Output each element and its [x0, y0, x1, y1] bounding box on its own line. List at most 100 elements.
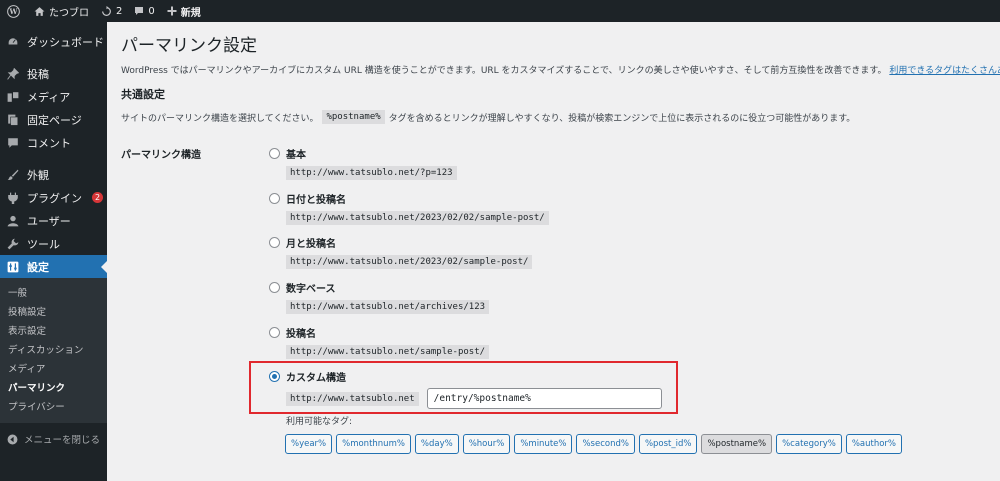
option-label: 投稿名 — [286, 328, 316, 340]
submenu-item-reading[interactable]: 表示設定 — [0, 322, 107, 341]
home-icon — [34, 6, 45, 16]
radio-day-name[interactable] — [269, 192, 280, 204]
admin-sidebar: ダッシュボード 投稿 メディア 固定ページ コメント 外観 プラグイン 2 ユー… — [0, 22, 107, 481]
wordpress-logo-icon[interactable]: W — [0, 0, 28, 22]
plus-icon — [167, 6, 177, 16]
submenu-item-privacy[interactable]: プライバシー — [0, 398, 107, 417]
custom-structure-input[interactable] — [426, 388, 662, 409]
sidebar-item-posts[interactable]: 投稿 — [0, 62, 107, 85]
sidebar-item-label: ツール — [27, 237, 60, 251]
updates-link[interactable]: 2 — [95, 0, 128, 22]
option-custom: カスタム構造 — [269, 369, 346, 384]
admin-bar: W たつブロ 2 0 新規 — [0, 0, 1000, 22]
new-content-link[interactable]: 新規 — [161, 0, 207, 22]
tag-author-button[interactable]: %author% — [845, 434, 902, 454]
user-icon — [7, 215, 19, 227]
sidebar-item-label: 外観 — [27, 168, 49, 182]
option-example: http://www.tatsublo.net/sample-post/ — [286, 345, 490, 359]
tag-post-id-button[interactable]: %post_id% — [638, 434, 698, 454]
plugin-update-badge: 2 — [92, 192, 103, 203]
option-post-name: 投稿名 http://www.tatsublo.net/sample-post/ — [269, 325, 490, 359]
radio-numeric[interactable] — [269, 281, 280, 293]
radio-post-name[interactable] — [269, 326, 280, 338]
sidebar-item-media[interactable]: メディア — [0, 85, 107, 108]
tag-postname-button[interactable]: %postname% — [701, 434, 773, 454]
wrench-icon — [7, 238, 19, 250]
sidebar-item-comments[interactable]: コメント — [0, 131, 107, 154]
sidebar-item-label: 投稿 — [27, 67, 49, 81]
section-desc-after: タグを含めるとリンクが理解しやすくなり、投稿が検索エンジンで上位に表示されるのに… — [388, 113, 856, 124]
submenu-item-general[interactable]: 一般 — [0, 284, 107, 303]
sidebar-item-users[interactable]: ユーザー — [0, 209, 107, 232]
page-title: パーマリンク設定 — [121, 36, 257, 56]
refresh-icon — [102, 5, 111, 16]
option-numeric: 数字ベース http://www.tatsublo.net/archives/1… — [269, 280, 490, 314]
sidebar-item-pages[interactable]: 固定ページ — [0, 108, 107, 131]
settings-icon — [7, 261, 19, 273]
option-label: 月と投稿名 — [286, 238, 336, 250]
comment-icon — [7, 137, 19, 149]
option-label: カスタム構造 — [286, 372, 346, 384]
sidebar-item-plugins[interactable]: プラグイン 2 — [0, 186, 107, 209]
sidebar-item-label: ダッシュボード — [27, 35, 104, 49]
plugin-icon — [7, 192, 19, 204]
comment-bubble-icon — [135, 7, 144, 15]
collapse-menu-button[interactable]: メニューを閉じる — [0, 427, 107, 451]
comments-count: 0 — [148, 5, 155, 17]
submenu-item-discussion[interactable]: ディスカッション — [0, 341, 107, 360]
intro-text: WordPress ではパーマリンクやアーカイブにカスタム URL 構造を使うこ… — [121, 63, 1000, 76]
tag-year-button[interactable]: %year% — [285, 434, 333, 454]
radio-month-name[interactable] — [269, 236, 280, 248]
settings-submenu: 一般 投稿設定 表示設定 ディスカッション メディア パーマリンク プライバシー — [0, 278, 107, 423]
sidebar-item-appearance[interactable]: 外観 — [0, 163, 107, 186]
submenu-item-media[interactable]: メディア — [0, 360, 107, 379]
custom-base-url: http://www.tatsublo.net — [286, 391, 419, 406]
submenu-item-permalinks[interactable]: パーマリンク — [0, 379, 107, 398]
tag-day-button[interactable]: %day% — [414, 434, 459, 454]
sidebar-item-settings[interactable]: 設定 — [0, 255, 107, 278]
sidebar-item-label: メディア — [27, 90, 71, 104]
option-day-name: 日付と投稿名 http://www.tatsublo.net/2023/02/0… — [269, 191, 549, 225]
sidebar-item-label: ユーザー — [27, 214, 71, 228]
new-label: 新規 — [180, 7, 201, 19]
collapse-menu-label: メニューを閉じる — [24, 435, 101, 446]
tag-hour-button[interactable]: %hour% — [462, 434, 511, 454]
site-name-link[interactable]: たつブロ — [28, 0, 95, 22]
radio-custom[interactable] — [269, 370, 280, 382]
radio-plain[interactable] — [269, 147, 280, 159]
comments-link[interactable]: 0 — [128, 0, 160, 22]
sidebar-item-label: コメント — [27, 136, 71, 150]
option-example: http://www.tatsublo.net/?p=123 — [286, 166, 457, 180]
tag-second-button[interactable]: %second% — [576, 434, 635, 454]
sidebar-item-label: 固定ページ — [27, 113, 82, 127]
option-month-name: 月と投稿名 http://www.tatsublo.net/2023/02/sa… — [269, 235, 533, 269]
option-example: http://www.tatsublo.net/2023/02/02/sampl… — [286, 211, 549, 225]
media-icon — [7, 91, 19, 103]
site-name: たつブロ — [49, 7, 89, 19]
sidebar-item-label: プラグイン — [27, 191, 82, 205]
collapse-arrow-icon — [7, 434, 18, 444]
sidebar-item-tools[interactable]: ツール — [0, 232, 107, 255]
available-tags-label: 利用可能なタグ: — [286, 417, 353, 427]
custom-structure-row: http://www.tatsublo.net — [286, 388, 662, 409]
option-example: http://www.tatsublo.net/archives/123 — [286, 300, 490, 314]
tag-monthnum-button[interactable]: %monthnum% — [336, 434, 411, 454]
submenu-item-writing[interactable]: 投稿設定 — [0, 303, 107, 322]
sidebar-item-dashboard[interactable]: ダッシュボード — [0, 30, 107, 53]
updates-count: 2 — [116, 5, 123, 17]
section-desc-before: サイトのパーマリンク構造を選択してください。 — [121, 113, 319, 124]
option-plain: 基本 http://www.tatsublo.net/?p=123 — [269, 146, 457, 180]
option-label: 日付と投稿名 — [286, 194, 346, 206]
tag-minute-button[interactable]: %minute% — [514, 434, 573, 454]
available-tags-link[interactable]: 利用できるタグはたくさんあります — [889, 66, 1000, 76]
sidebar-item-label: 設定 — [27, 260, 49, 274]
svg-text:W: W — [8, 7, 18, 16]
dashboard-icon — [7, 36, 19, 48]
page-icon — [7, 114, 19, 126]
permalink-structure-label: パーマリンク構造 — [121, 150, 201, 161]
tag-category-button[interactable]: %category% — [776, 434, 842, 454]
postname-code: %postname% — [322, 110, 385, 124]
section-description: サイトのパーマリンク構造を選択してください。 %postname% タグを含める… — [121, 110, 855, 124]
option-label: 基本 — [286, 149, 306, 161]
option-example: http://www.tatsublo.net/2023/02/sample-p… — [286, 255, 533, 269]
